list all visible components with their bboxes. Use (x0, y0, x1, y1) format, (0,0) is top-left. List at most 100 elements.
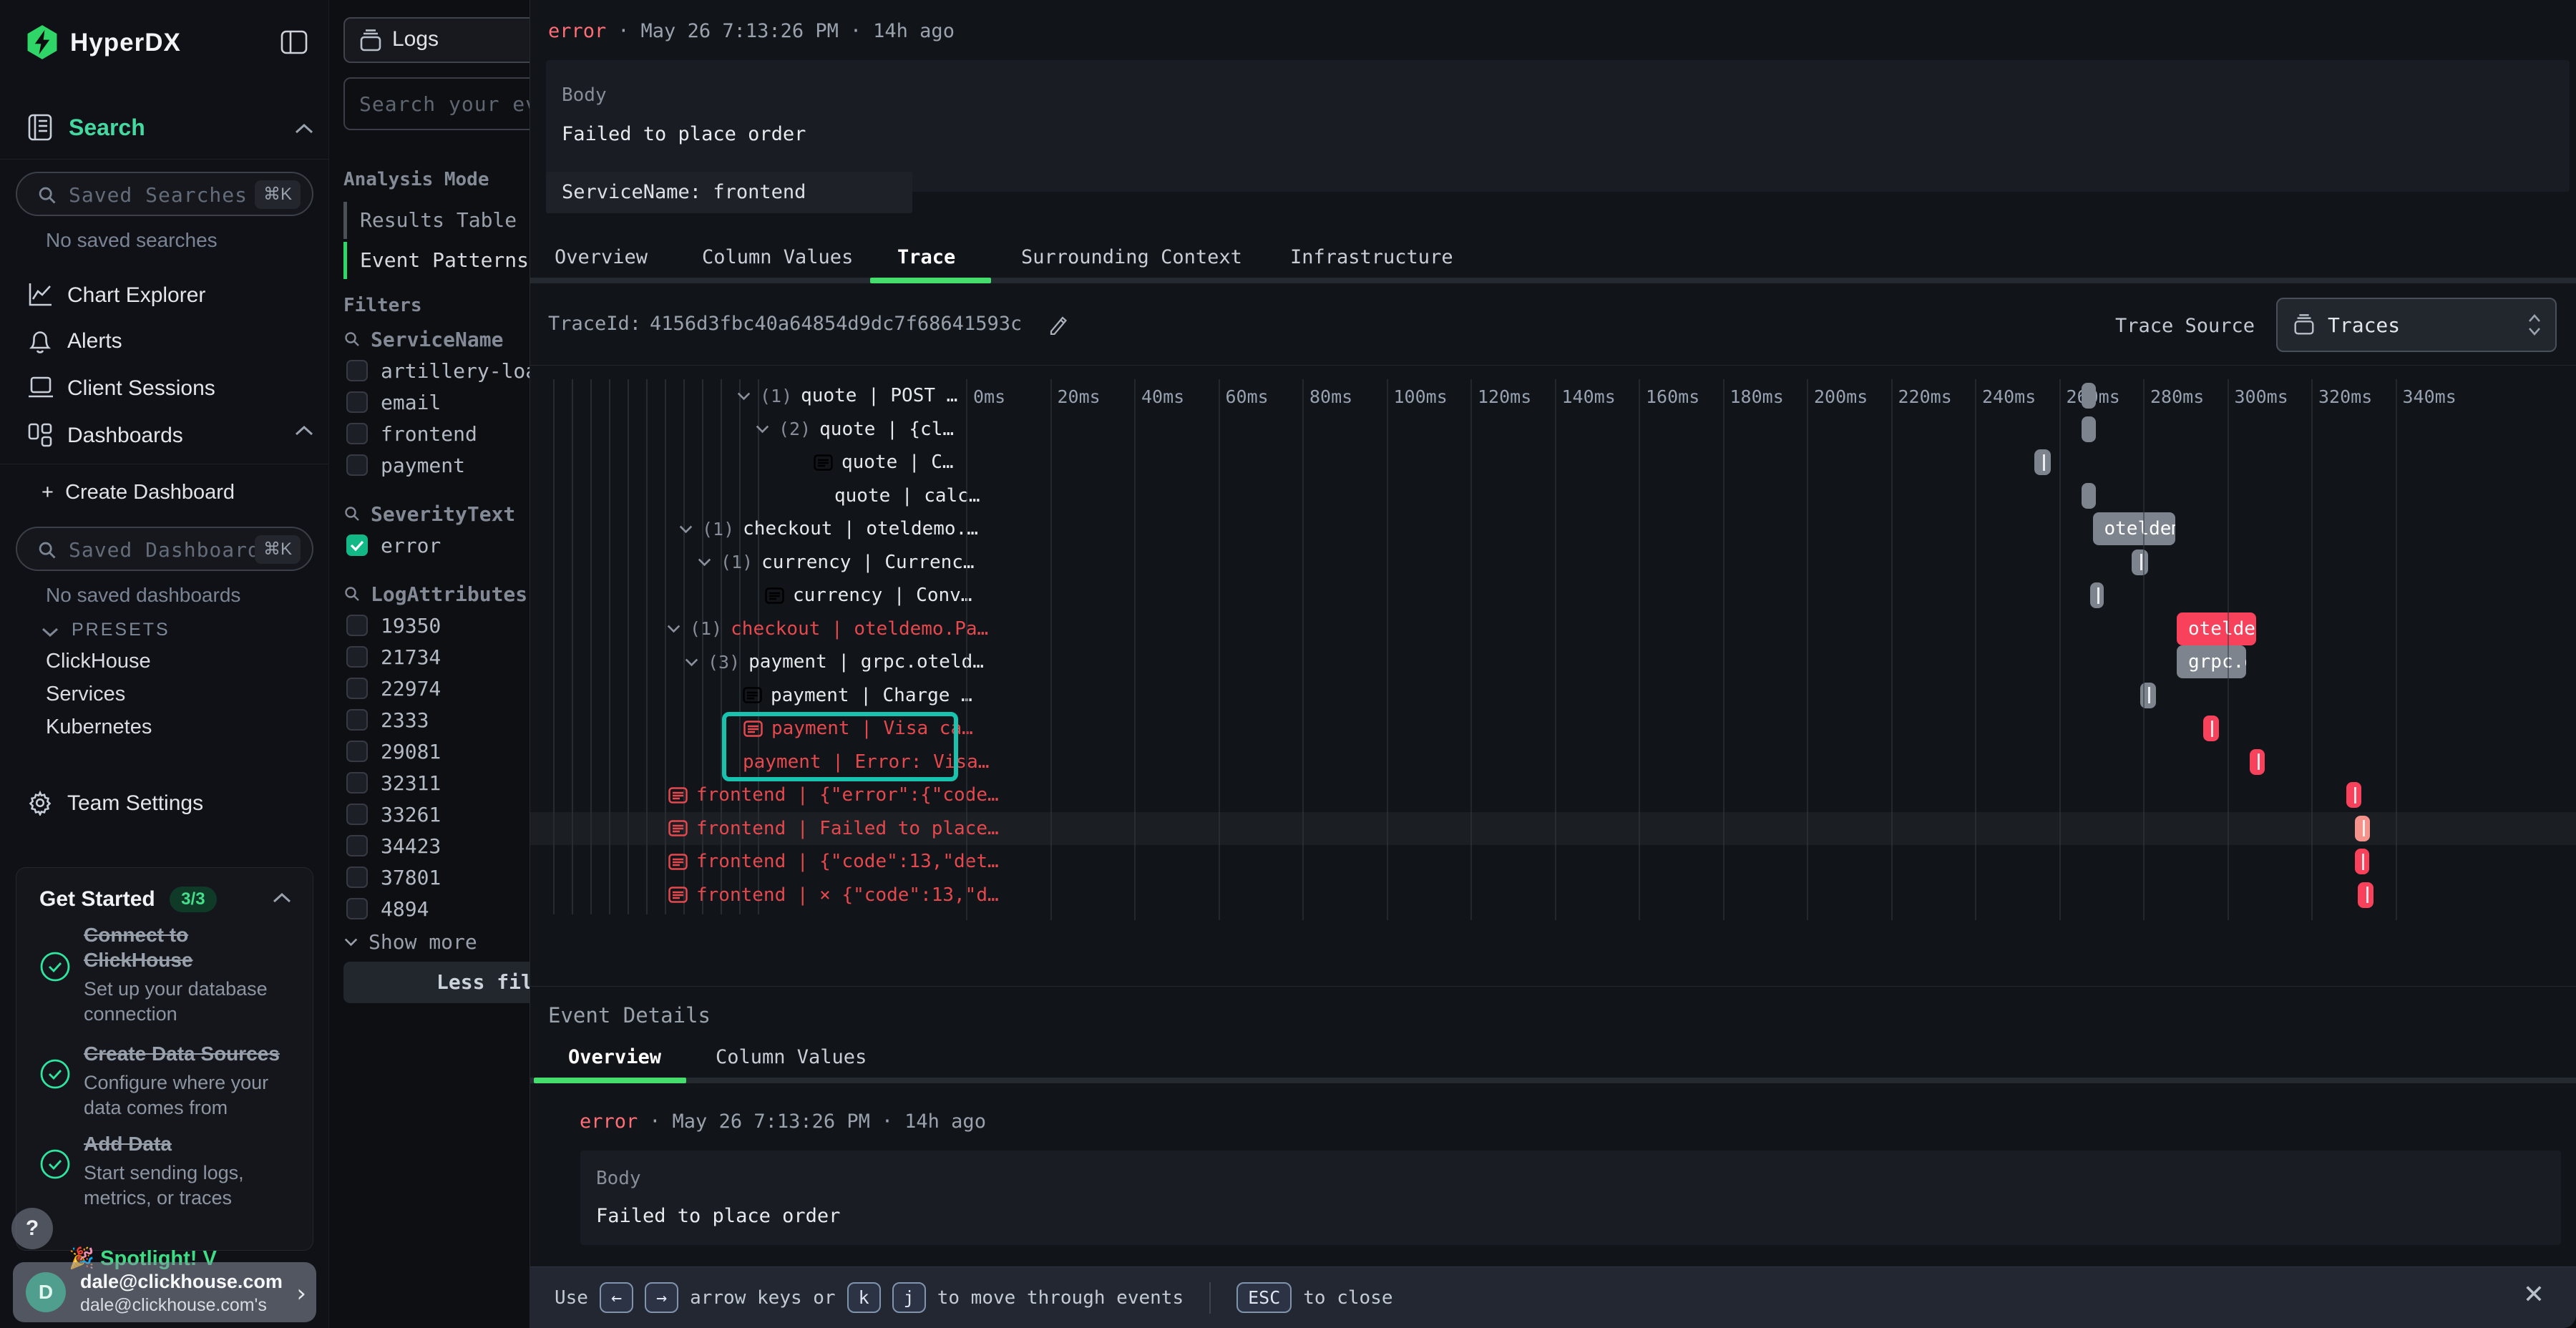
trace-span-row[interactable]: frontend | Failed to place… (668, 812, 999, 845)
saved-searches-input[interactable]: Saved Searches ⌘K (16, 172, 313, 216)
trace-span-row[interactable]: (1)checkout | oteldemo.… (678, 512, 978, 545)
filter-option[interactable]: 29081 (343, 736, 530, 767)
sidebar-item-client-sessions[interactable]: Client Sessions (0, 369, 329, 409)
tab-column-values[interactable]: Column Values (702, 246, 853, 268)
filter-option[interactable]: 21734 (343, 641, 530, 673)
edit-icon[interactable] (1048, 312, 1069, 335)
span-duration-bar[interactable] (2132, 550, 2148, 575)
span-duration-bar[interactable] (2082, 416, 2096, 442)
key-j[interactable]: j (892, 1282, 926, 1313)
selected-spans-outline[interactable] (722, 712, 958, 781)
sidebar-item-chart-explorer[interactable]: Chart Explorer (0, 276, 329, 316)
filter-option[interactable]: 32311 (343, 767, 530, 799)
tab-surrounding-context[interactable]: Surrounding Context (1021, 246, 1242, 268)
chevron-down-icon[interactable] (666, 624, 681, 633)
chevron-down-icon[interactable] (697, 557, 712, 567)
chevron-up-icon[interactable] (295, 123, 313, 135)
trace-span-row[interactable]: frontend | {"error":{"code… (668, 778, 999, 811)
preset-item-services[interactable]: Services (46, 683, 125, 706)
filter-option[interactable]: 22974 (343, 673, 530, 704)
source-select-button[interactable]: Logs (343, 17, 530, 63)
key-k[interactable]: k (847, 1282, 881, 1313)
close-icon[interactable]: ✕ (2523, 1282, 2545, 1308)
preset-item-kubernetes[interactable]: Kubernetes (46, 716, 152, 739)
checkbox[interactable] (346, 360, 368, 381)
checkbox[interactable] (346, 391, 368, 413)
key-esc[interactable]: ESC (1236, 1282, 1292, 1313)
span-duration-bar[interactable]: grpc.o (2177, 645, 2246, 678)
chevron-up-icon[interactable] (273, 892, 291, 904)
show-more-button[interactable]: Show more (343, 924, 530, 959)
create-dashboard-button[interactable]: + Create Dashboard (42, 481, 235, 504)
filter-option[interactable]: error (343, 529, 530, 561)
checkbox[interactable] (346, 423, 368, 444)
sidebar-collapse-icon[interactable] (280, 30, 308, 54)
mode-results-table[interactable]: Results Table (343, 202, 530, 239)
sidebar-item-dashboards[interactable]: Dashboards (0, 416, 329, 456)
event-search-input[interactable] (343, 77, 530, 130)
checkbox[interactable] (346, 898, 368, 919)
span-duration-bar[interactable] (2355, 816, 2370, 841)
less-filters-button[interactable]: Less fil (343, 962, 530, 1003)
span-duration-bar[interactable] (2082, 483, 2096, 509)
checkbox[interactable] (346, 804, 368, 825)
trace-span-row[interactable]: (1)checkout | oteldemo.Pa… (666, 612, 988, 645)
span-duration-bar[interactable] (2082, 383, 2096, 409)
span-duration-bar[interactable] (2250, 749, 2265, 775)
trace-span-row[interactable]: quote | calc… (834, 479, 980, 512)
chevron-up-icon[interactable] (295, 425, 313, 436)
trace-span-row[interactable]: (3)payment | grpc.oteld… (684, 645, 984, 678)
trace-source-select[interactable]: Traces (2276, 298, 2557, 352)
tab-overview[interactable]: Overview (555, 246, 648, 268)
filter-option[interactable]: 37801 (343, 861, 530, 893)
checkbox[interactable] (346, 709, 368, 731)
filter-option[interactable]: frontend (343, 418, 530, 449)
checkbox[interactable] (346, 866, 368, 888)
trace-span-row[interactable]: frontend | × {"code":13,"d… (668, 879, 999, 912)
filter-option[interactable]: payment (343, 449, 530, 481)
key-arrow-right[interactable]: → (645, 1282, 678, 1313)
filter-option[interactable]: 33261 (343, 799, 530, 830)
help-button[interactable]: ? (11, 1208, 53, 1249)
filter-option[interactable]: 4894 (343, 893, 530, 924)
service-name-tag[interactable]: ServiceName: frontend (546, 172, 912, 213)
span-duration-bar[interactable] (2355, 849, 2369, 874)
chevron-down-icon[interactable] (684, 658, 699, 667)
checkbox[interactable] (346, 772, 368, 794)
checkbox[interactable] (346, 678, 368, 699)
checkbox[interactable] (346, 741, 368, 762)
span-duration-bar[interactable] (2346, 782, 2361, 808)
span-duration-bar[interactable] (2034, 449, 2051, 475)
saved-dashboards-input[interactable]: Saved Dashboards ⌘K (16, 527, 313, 571)
filter-option[interactable]: email (343, 386, 530, 418)
span-duration-bar[interactable] (2203, 716, 2219, 741)
filter-option[interactable]: artillery-loa (343, 355, 530, 386)
tab-trace[interactable]: Trace (897, 246, 955, 268)
filter-option[interactable]: 34423 (343, 830, 530, 861)
span-duration-bar[interactable]: oteldem (2093, 512, 2175, 545)
filter-option[interactable]: 2333 (343, 704, 530, 736)
checkbox[interactable] (346, 454, 368, 476)
event-details-tab-overview[interactable]: Overview (568, 1046, 661, 1068)
key-arrow-left[interactable]: ← (600, 1282, 633, 1313)
mode-event-patterns[interactable]: Event Patterns (343, 242, 530, 279)
checkbox[interactable] (346, 534, 368, 556)
sidebar-item-alerts[interactable]: Alerts (0, 322, 329, 362)
preset-item-clickhouse[interactable]: ClickHouse (46, 650, 151, 673)
trace-span-row[interactable]: frontend | {"code":13,"det… (668, 845, 999, 878)
trace-span-row[interactable]: payment | Charge … (743, 679, 972, 712)
checkbox[interactable] (346, 615, 368, 636)
trace-span-row[interactable]: (1)currency | Currenc… (697, 546, 975, 579)
trace-span-row[interactable]: (2)quote | {cl… (755, 413, 954, 446)
trace-span-row[interactable]: (1)quote | POST … (736, 379, 957, 412)
presets-toggle[interactable]: PRESETS (42, 620, 170, 640)
user-menu[interactable]: D dale@clickhouse.com dale@clickhouse.co… (13, 1262, 316, 1322)
tab-infrastructure[interactable]: Infrastructure (1290, 246, 1453, 268)
sidebar-item-team-settings[interactable]: Team Settings (0, 784, 329, 824)
trace-span-row[interactable]: quote | C… (814, 446, 954, 479)
chevron-down-icon[interactable] (755, 424, 770, 434)
span-duration-bar[interactable]: oteldem (2177, 612, 2256, 645)
chevron-down-icon[interactable] (736, 391, 751, 401)
filter-option[interactable]: 19350 (343, 610, 530, 641)
checkbox[interactable] (346, 835, 368, 856)
